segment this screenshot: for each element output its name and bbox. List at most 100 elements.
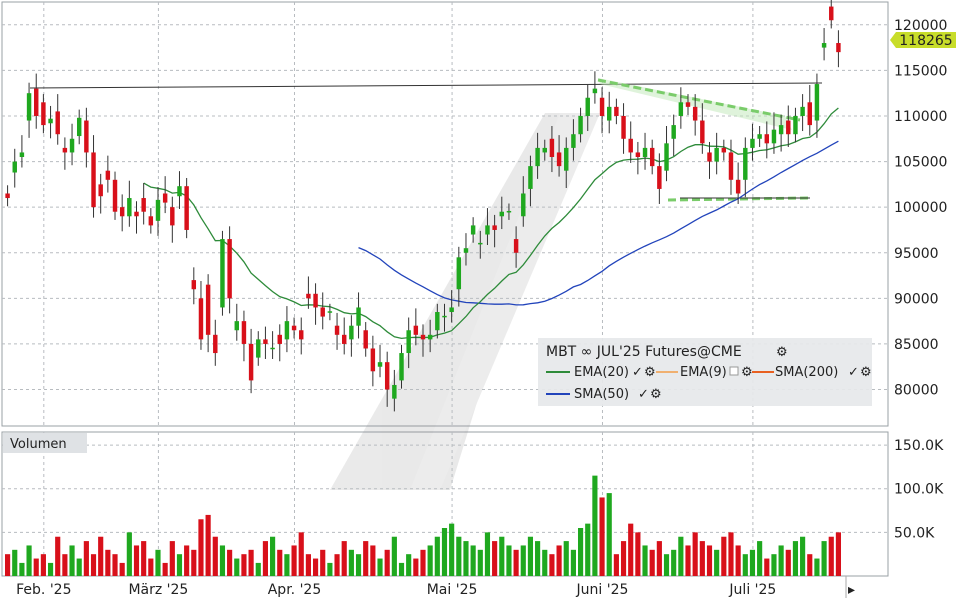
instrument-title: MBT ∞ JUL'25 Futures@CME	[546, 344, 742, 360]
volume-bar	[312, 558, 319, 576]
candle-down	[277, 334, 282, 344]
candle-down	[829, 6, 834, 21]
candle-down	[320, 307, 325, 317]
candle-down	[62, 147, 68, 153]
volume-bar	[642, 545, 648, 576]
candle-down	[263, 339, 268, 344]
candle-down	[786, 120, 791, 135]
sma50-settings-icon[interactable]: ⚙	[650, 387, 662, 402]
volume-bar	[599, 497, 605, 576]
volume-bar	[706, 545, 713, 576]
candle-down	[41, 102, 46, 126]
volume-bar	[119, 562, 125, 576]
volume-bar	[212, 536, 218, 576]
volume-bar	[133, 545, 140, 576]
candle-up	[470, 225, 476, 235]
candle-up	[377, 362, 383, 367]
candle-up	[177, 186, 182, 197]
candle-down	[98, 184, 103, 197]
ema20-check-icon[interactable]: ✓	[632, 365, 643, 380]
price-tick-label: 90000	[894, 291, 939, 307]
legend-sma50: SMA(50)	[574, 387, 629, 402]
volume-bar	[62, 554, 68, 576]
sma200-check-icon[interactable]: ✓	[848, 365, 859, 380]
volume-bar	[620, 541, 627, 576]
volume-bar	[449, 523, 455, 576]
volume-bar	[191, 549, 197, 576]
volume-bar	[55, 536, 61, 576]
volume-bar	[757, 541, 763, 576]
candle-up	[793, 115, 798, 135]
candle-up	[571, 134, 576, 148]
volume-bar	[692, 532, 698, 576]
candle-down	[363, 330, 368, 349]
candle-up	[449, 307, 454, 313]
volume-bar	[742, 554, 748, 576]
volume-bar	[441, 528, 448, 576]
candle-up	[463, 248, 469, 253]
candle-down	[334, 325, 340, 335]
volume-bar	[728, 532, 734, 576]
volume-bar	[800, 536, 806, 576]
candle-up	[757, 134, 762, 139]
volume-bar	[470, 545, 476, 576]
volume-bar	[126, 532, 132, 576]
candle-down	[141, 198, 146, 212]
volume-bar	[792, 541, 799, 576]
volume-bar	[685, 545, 691, 576]
sma50-check-icon[interactable]: ✓	[638, 387, 649, 402]
candle-up	[592, 88, 598, 94]
price-tick-label: 80000	[894, 383, 939, 399]
volume-bar	[771, 554, 777, 576]
candle-up	[478, 242, 483, 245]
volume-bar	[270, 536, 276, 576]
candle-up	[406, 330, 411, 354]
volume-bar	[563, 541, 569, 576]
candle-down	[657, 166, 662, 189]
ema20-settings-icon[interactable]: ⚙	[644, 365, 656, 380]
volume-bar	[785, 549, 791, 576]
price-tick-label: 120000	[894, 18, 947, 34]
volume-bar	[83, 541, 89, 576]
volume-bar	[556, 545, 562, 576]
candle-down	[91, 152, 96, 208]
candle-up	[528, 166, 533, 189]
candle-down	[599, 97, 605, 116]
volume-bar	[835, 532, 841, 576]
candle-up	[427, 334, 433, 340]
candle-down	[112, 179, 118, 212]
volume-bar	[506, 545, 512, 576]
instrument-settings-icon[interactable]: ⚙	[776, 345, 788, 360]
candle-up	[800, 106, 805, 116]
scroll-right-icon[interactable]: ▸	[848, 582, 855, 598]
candle-down	[807, 102, 812, 126]
volume-bar	[499, 536, 505, 576]
volume-bar	[434, 536, 440, 576]
candle-down	[549, 138, 555, 158]
candle-up	[19, 152, 25, 158]
candle-up	[327, 311, 333, 313]
last-price-badge: 118265	[890, 32, 956, 49]
volume-bar	[105, 549, 111, 576]
candle-up	[12, 161, 17, 173]
candle-down	[420, 334, 426, 340]
candle-down	[248, 343, 254, 381]
volume-bar	[355, 554, 362, 576]
candle-up	[442, 315, 447, 318]
volume-bar	[69, 545, 75, 576]
candle-up	[714, 147, 719, 162]
volume-bar	[162, 562, 168, 576]
volume-bar	[714, 549, 720, 576]
ema9-settings-icon[interactable]: ⚙	[741, 365, 753, 380]
candle-up	[26, 93, 32, 121]
volume-bar	[298, 532, 304, 576]
price-chart: 120000 115000 110000 105000 100000 95000 90000…	[0, 0, 960, 600]
volume-bar	[370, 545, 376, 576]
ema9-checkbox[interactable]	[729, 366, 739, 376]
candle-down	[649, 147, 655, 167]
volume-bar	[721, 536, 727, 576]
sma200-settings-icon[interactable]: ⚙	[860, 365, 872, 380]
candle-down	[628, 138, 633, 153]
legend-box: MBT ∞ JUL'25 Futures@CME ⚙ EMA(20) ✓ ⚙ E…	[538, 338, 872, 406]
volume-bar	[334, 554, 340, 576]
